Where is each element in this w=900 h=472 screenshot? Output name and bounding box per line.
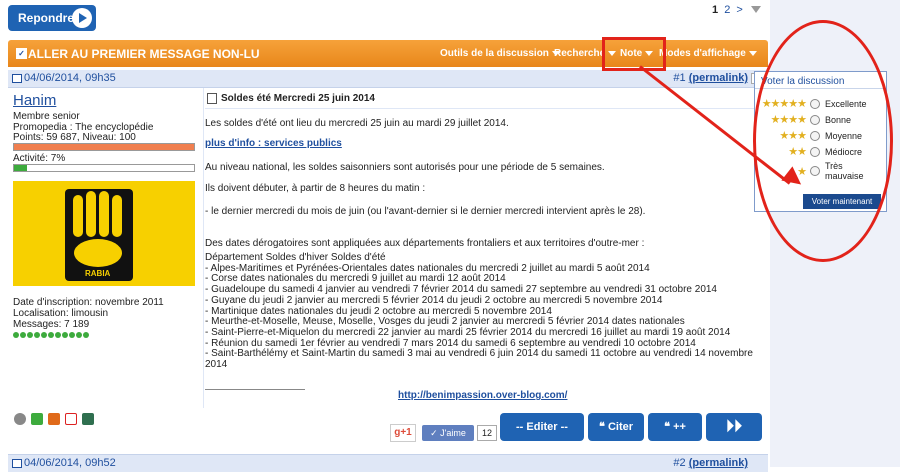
- post-paragraph: Ils doivent débuter, à partir de 8 heure…: [205, 183, 426, 194]
- post-icon: [12, 74, 22, 83]
- page-current: 1: [712, 4, 719, 16]
- user-info-pane: Hanim Membre senior Promopedia : The enc…: [8, 88, 203, 408]
- multi-quote-button[interactable]: ❝ ++: [648, 413, 702, 441]
- post-number[interactable]: #2 (permalink): [673, 457, 748, 469]
- post-paragraph: Au niveau national, les soldes saisonnie…: [205, 162, 605, 173]
- services-publics-link[interactable]: plus d'info : services publics: [205, 138, 342, 149]
- like-button[interactable]: ✓ J'aime: [422, 425, 474, 441]
- blog-link[interactable]: http://benimpassion.over-blog.com/: [398, 390, 567, 401]
- reply-button[interactable]: Repondre: [8, 5, 96, 31]
- blog-icon[interactable]: [48, 413, 60, 425]
- post-date: 04/06/2014, 09h35: [24, 72, 116, 84]
- divider: [203, 88, 204, 408]
- user-messages: Messages: 7 189: [13, 319, 90, 330]
- activity-bar-fill: [14, 165, 27, 171]
- permalink-link[interactable]: (permalink): [689, 72, 748, 84]
- divider: [205, 108, 765, 109]
- warning-icon[interactable]: [65, 413, 77, 425]
- post-paragraph: - le dernier mercredi du mois de juin (o…: [205, 206, 646, 217]
- like-count: 12: [477, 425, 497, 441]
- avatar: RABIA: [13, 181, 195, 286]
- user-location: Localisation: limousin: [13, 308, 109, 319]
- list-item: 2014: [205, 359, 228, 371]
- post-paragraph: Les soldes d'été ont lieu du mercredi 25…: [205, 118, 509, 129]
- user-rank: Membre senior: [13, 111, 80, 122]
- arrow-right-icon: [72, 8, 92, 28]
- quick-reply-button[interactable]: ⏵⏵: [706, 413, 762, 441]
- dates-list: Département Soldes d'hiver Soldes d'été …: [205, 252, 753, 371]
- edit-button[interactable]: -- Editer --: [500, 413, 584, 441]
- thread-tools-menu[interactable]: Outils de la discussion: [440, 48, 560, 59]
- quote-mark-icon: ❝: [598, 421, 608, 433]
- username-link[interactable]: Hanim: [13, 92, 56, 109]
- thumbs-up-icon[interactable]: [31, 413, 43, 425]
- post-title: Soldes été Mercredi 25 juin 2014: [221, 93, 375, 104]
- post-footer-icons: [14, 413, 94, 425]
- quote-mark-icon: ❝: [664, 421, 674, 433]
- fast-forward-icon: ⏵⏵: [725, 418, 742, 435]
- reputation-dots: [13, 332, 89, 338]
- first-unread-link[interactable]: ALLER AU PREMIER MESSAGE NON-LU: [28, 47, 260, 61]
- list-item: - Saint-Barthélémy et Saint-Martin du sa…: [205, 348, 753, 360]
- activity-bar: [13, 164, 195, 172]
- books-icon[interactable]: [82, 413, 94, 425]
- page-next-link[interactable]: 2: [724, 4, 730, 16]
- post-content: Soldes été Mercredi 25 juin 2014 Les sol…: [205, 88, 768, 408]
- dropdown-arrow-icon: [748, 50, 757, 56]
- post-number[interactable]: #1 (permalink): [673, 72, 748, 84]
- post-paragraph: Des dates dérogatoires sont appliquées a…: [205, 238, 645, 249]
- post-title-icon: [207, 93, 217, 104]
- divider: [205, 389, 305, 390]
- post-date: 04/06/2014, 09h52: [24, 457, 116, 469]
- permalink-link[interactable]: (permalink): [689, 457, 748, 469]
- display-modes-menu[interactable]: Modes d'affichage: [659, 48, 757, 59]
- quote-button[interactable]: ❝ Citer: [588, 413, 644, 441]
- user-activity: Activité: 7%: [13, 153, 66, 164]
- highlight-ellipse: [753, 20, 893, 262]
- power-icon[interactable]: [14, 413, 26, 425]
- post-header: 04/06/2014, 09h52 #2 (permalink): [8, 454, 768, 472]
- user-join-date: Date d'inscription: novembre 2011: [13, 297, 164, 308]
- page-more-link[interactable]: >: [736, 4, 742, 16]
- pager-dropdown-icon[interactable]: [750, 6, 761, 13]
- avatar-caption: RABIA: [85, 269, 111, 278]
- user-points: Points: 59 687, Niveau: 100: [13, 132, 136, 143]
- pagination: 1 2 >: [712, 4, 764, 16]
- list-item: - Guyane du jeudi 2 janvier au mercredi …: [205, 294, 663, 306]
- points-bar: [13, 143, 195, 151]
- checkmark-icon: ✓: [16, 48, 27, 59]
- reply-label: Repondre: [18, 11, 75, 25]
- google-plus-button[interactable]: g+1: [390, 424, 416, 442]
- highlight-box: [602, 37, 666, 71]
